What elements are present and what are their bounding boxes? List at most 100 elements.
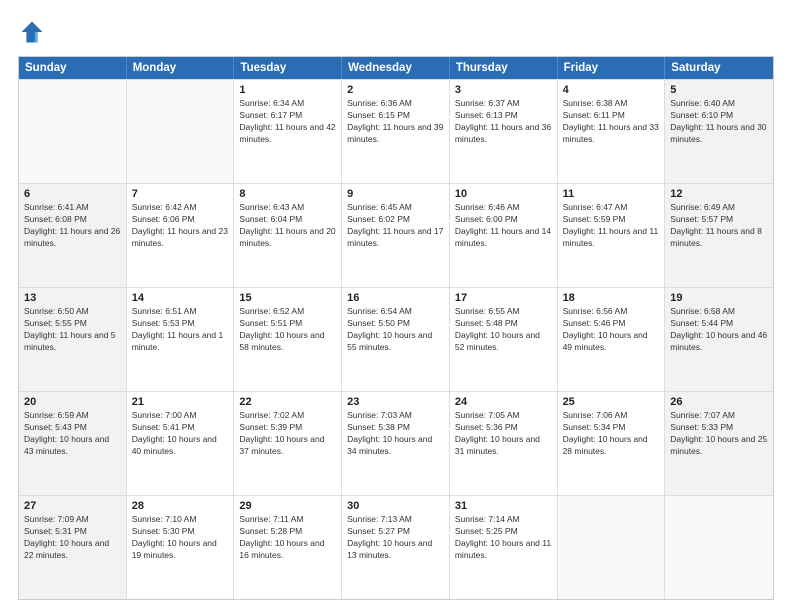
day-number: 6 [24,188,121,200]
day-number: 30 [347,500,444,512]
day-number: 9 [347,188,444,200]
header-cell-friday: Friday [558,57,666,79]
day-cell-26: 26 Sunrise: 7:07 AM Sunset: 5:33 PM Dayli… [665,392,773,495]
day-number: 21 [132,396,229,408]
empty-cell [665,496,773,599]
day-cell-4: 4Sunrise: 6:38 AM Sunset: 6:11 PM Daylig… [558,80,666,183]
day-info: Sunrise: 6:56 AM Sunset: 5:46 PM Dayligh… [563,306,660,354]
week-row-3: 13 Sunrise: 6:50 AM Sunset: 5:55 PM Dayli… [19,287,773,391]
day-number: 12 [670,188,768,200]
day-info: Sunrise: 6:58 AM Sunset: 5:44 PM Dayligh… [670,306,768,354]
day-number: 19 [670,292,768,304]
day-cell-12: 12 Sunrise: 6:49 AM Sunset: 5:57 PM Dayli… [665,184,773,287]
day-info: Sunrise: 7:14 AM Sunset: 5:25 PM Dayligh… [455,514,552,562]
day-number: 25 [563,396,660,408]
day-cell-18: 18 Sunrise: 6:56 AM Sunset: 5:46 PM Dayli… [558,288,666,391]
day-info: Sunrise: 6:52 AM Sunset: 5:51 PM Dayligh… [239,306,336,354]
day-info: Sunrise: 6:36 AM Sunset: 6:15 PM Dayligh… [347,98,444,146]
day-number: 3 [455,84,552,96]
header-cell-sunday: Sunday [19,57,127,79]
day-number: 10 [455,188,552,200]
empty-cell [558,496,666,599]
day-info: Sunrise: 6:45 AM Sunset: 6:02 PM Dayligh… [347,202,444,250]
day-number: 27 [24,500,121,512]
day-cell-24: 24 Sunrise: 7:05 AM Sunset: 5:36 PM Dayli… [450,392,558,495]
day-cell-6: 6 Sunrise: 6:41 AM Sunset: 6:08 PM Daylig… [19,184,127,287]
day-info: Sunrise: 6:55 AM Sunset: 5:48 PM Dayligh… [455,306,552,354]
day-info: Sunrise: 7:10 AM Sunset: 5:30 PM Dayligh… [132,514,229,562]
day-cell-2: 2 Sunrise: 6:36 AM Sunset: 6:15 PM Daylig… [342,80,450,183]
day-cell-27: 27 Sunrise: 7:09 AM Sunset: 5:31 PM Dayli… [19,496,127,599]
day-info: Sunrise: 6:59 AM Sunset: 5:43 PM Dayligh… [24,410,121,458]
logo-icon [18,18,46,46]
day-cell-28: 28 Sunrise: 7:10 AM Sunset: 5:30 PM Dayli… [127,496,235,599]
empty-cell [19,80,127,183]
day-cell-7: 7Sunrise: 6:42 AM Sunset: 6:06 PM Daylig… [127,184,235,287]
day-cell-8: 8Sunrise: 6:43 AM Sunset: 6:04 PM Daylig… [234,184,342,287]
day-number: 11 [563,188,660,200]
week-row-5: 27 Sunrise: 7:09 AM Sunset: 5:31 PM Dayli… [19,495,773,599]
day-cell-11: 11Sunrise: 6:47 AM Sunset: 5:59 PM Dayli… [558,184,666,287]
day-cell-16: 16 Sunrise: 6:54 AM Sunset: 5:50 PM Dayli… [342,288,450,391]
day-info: Sunrise: 7:00 AM Sunset: 5:41 PM Dayligh… [132,410,229,458]
day-info: Sunrise: 6:46 AM Sunset: 6:00 PM Dayligh… [455,202,552,250]
day-cell-29: 29Sunrise: 7:11 AM Sunset: 5:28 PM Dayli… [234,496,342,599]
day-number: 1 [239,84,336,96]
day-cell-19: 19 Sunrise: 6:58 AM Sunset: 5:44 PM Dayli… [665,288,773,391]
header-cell-monday: Monday [127,57,235,79]
day-info: Sunrise: 7:13 AM Sunset: 5:27 PM Dayligh… [347,514,444,562]
day-info: Sunrise: 7:06 AM Sunset: 5:34 PM Dayligh… [563,410,660,458]
day-number: 2 [347,84,444,96]
calendar-body: 1Sunrise: 6:34 AM Sunset: 6:17 PM Daylig… [19,79,773,599]
day-cell-10: 10 Sunrise: 6:46 AM Sunset: 6:00 PM Dayli… [450,184,558,287]
day-cell-22: 22 Sunrise: 7:02 AM Sunset: 5:39 PM Dayli… [234,392,342,495]
week-row-2: 6 Sunrise: 6:41 AM Sunset: 6:08 PM Daylig… [19,183,773,287]
calendar: SundayMondayTuesdayWednesdayThursdayFrid… [18,56,774,600]
header-cell-thursday: Thursday [450,57,558,79]
page: SundayMondayTuesdayWednesdayThursdayFrid… [0,0,792,612]
empty-cell [127,80,235,183]
day-number: 4 [563,84,660,96]
day-number: 23 [347,396,444,408]
day-number: 28 [132,500,229,512]
day-cell-3: 3 Sunrise: 6:37 AM Sunset: 6:13 PM Daylig… [450,80,558,183]
day-cell-5: 5 Sunrise: 6:40 AM Sunset: 6:10 PM Daylig… [665,80,773,183]
day-number: 17 [455,292,552,304]
week-row-1: 1Sunrise: 6:34 AM Sunset: 6:17 PM Daylig… [19,79,773,183]
day-number: 29 [239,500,336,512]
day-info: Sunrise: 7:07 AM Sunset: 5:33 PM Dayligh… [670,410,768,458]
calendar-header-row: SundayMondayTuesdayWednesdayThursdayFrid… [19,57,773,79]
day-info: Sunrise: 6:54 AM Sunset: 5:50 PM Dayligh… [347,306,444,354]
day-cell-31: 31 Sunrise: 7:14 AM Sunset: 5:25 PM Dayli… [450,496,558,599]
day-number: 22 [239,396,336,408]
day-number: 15 [239,292,336,304]
day-info: Sunrise: 6:37 AM Sunset: 6:13 PM Dayligh… [455,98,552,146]
day-info: Sunrise: 7:02 AM Sunset: 5:39 PM Dayligh… [239,410,336,458]
day-info: Sunrise: 6:50 AM Sunset: 5:55 PM Dayligh… [24,306,121,354]
day-cell-23: 23Sunrise: 7:03 AM Sunset: 5:38 PM Dayli… [342,392,450,495]
day-cell-21: 21 Sunrise: 7:00 AM Sunset: 5:41 PM Dayli… [127,392,235,495]
day-number: 16 [347,292,444,304]
day-number: 13 [24,292,121,304]
day-cell-25: 25 Sunrise: 7:06 AM Sunset: 5:34 PM Dayli… [558,392,666,495]
day-number: 8 [239,188,336,200]
header-cell-wednesday: Wednesday [342,57,450,79]
week-row-4: 20Sunrise: 6:59 AM Sunset: 5:43 PM Dayli… [19,391,773,495]
day-number: 24 [455,396,552,408]
day-cell-13: 13 Sunrise: 6:50 AM Sunset: 5:55 PM Dayli… [19,288,127,391]
day-info: Sunrise: 6:49 AM Sunset: 5:57 PM Dayligh… [670,202,768,250]
day-number: 18 [563,292,660,304]
day-cell-17: 17 Sunrise: 6:55 AM Sunset: 5:48 PM Dayli… [450,288,558,391]
day-cell-14: 14Sunrise: 6:51 AM Sunset: 5:53 PM Dayli… [127,288,235,391]
day-number: 5 [670,84,768,96]
day-info: Sunrise: 6:40 AM Sunset: 6:10 PM Dayligh… [670,98,768,146]
day-info: Sunrise: 6:51 AM Sunset: 5:53 PM Dayligh… [132,306,229,354]
header-cell-saturday: Saturday [665,57,773,79]
header [18,18,774,46]
day-info: Sunrise: 7:05 AM Sunset: 5:36 PM Dayligh… [455,410,552,458]
day-cell-15: 15 Sunrise: 6:52 AM Sunset: 5:51 PM Dayli… [234,288,342,391]
day-info: Sunrise: 6:41 AM Sunset: 6:08 PM Dayligh… [24,202,121,250]
day-number: 31 [455,500,552,512]
day-number: 26 [670,396,768,408]
day-info: Sunrise: 7:09 AM Sunset: 5:31 PM Dayligh… [24,514,121,562]
